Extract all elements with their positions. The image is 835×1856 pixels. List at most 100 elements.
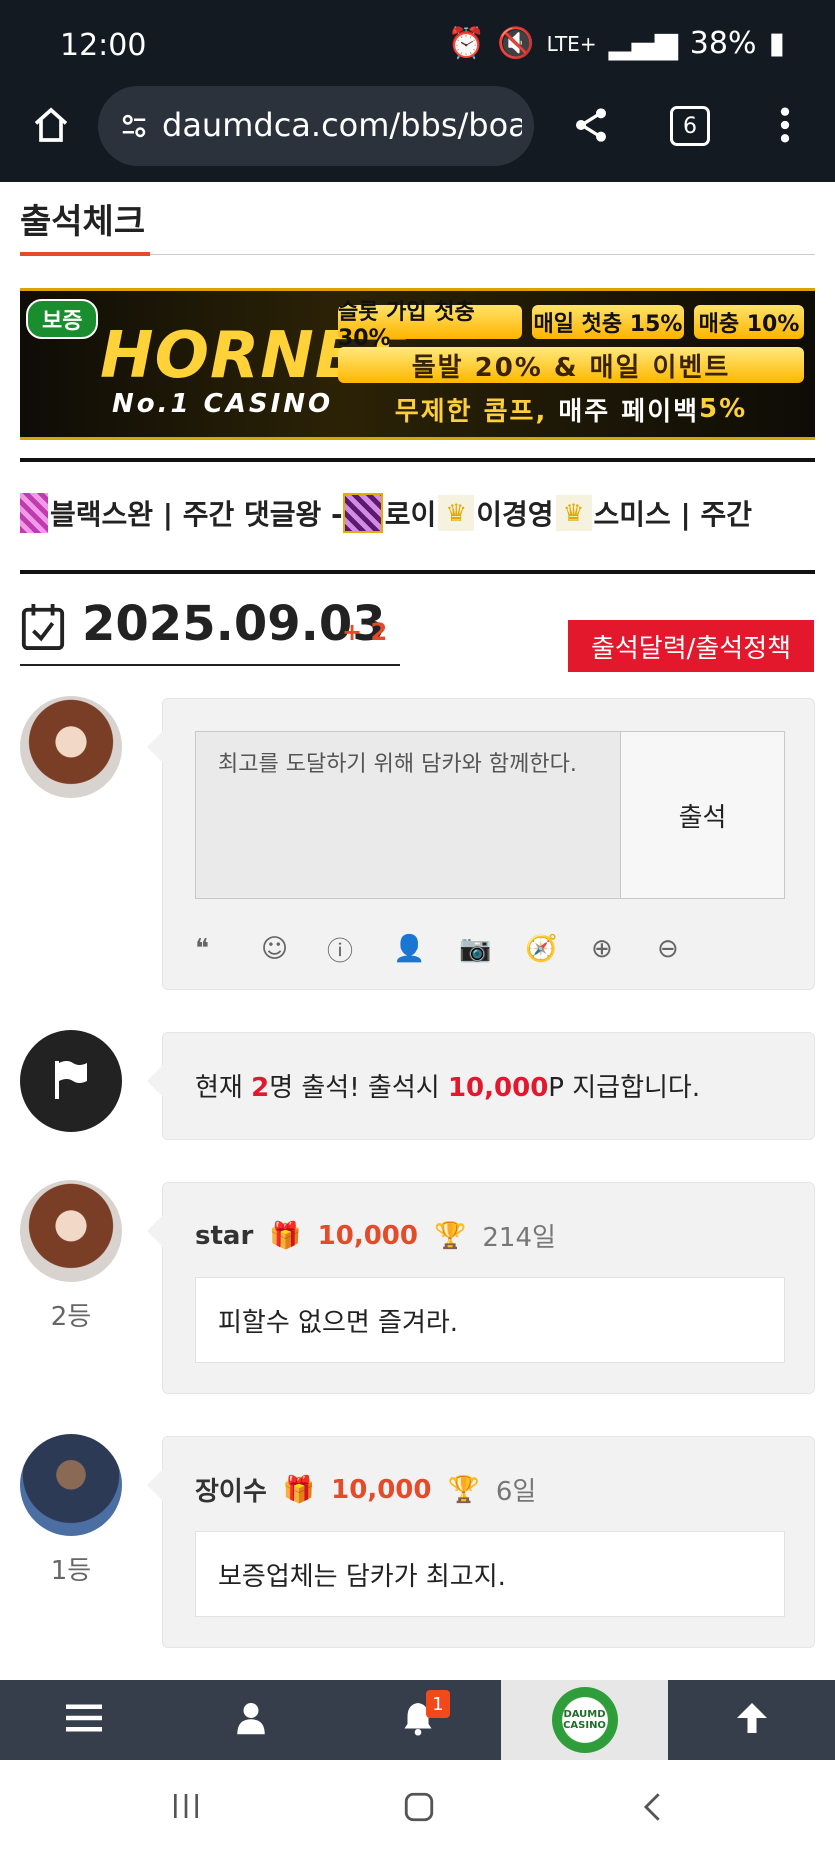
user-icon[interactable]: 👤 (393, 931, 459, 967)
plus-circle-icon[interactable]: ⊕ (591, 931, 657, 967)
crown-icon: ♛ (438, 495, 475, 531)
attendance-notice: 현재 2명 출석! 출석시 10,000P 지급합니다. (147, 1032, 815, 1140)
calendar-check-icon (20, 602, 66, 656)
info-icon[interactable]: ⓘ (327, 931, 393, 967)
avatar (20, 1434, 122, 1536)
mute-icon: 🔇 (497, 26, 535, 61)
attend-button[interactable]: 출석 (621, 731, 785, 899)
browser-toolbar: daumdca.com/bbs/boa 6 (0, 86, 835, 182)
notice-middle: 명 출석! 출석시 (269, 1073, 448, 1103)
bottom-nav: 1 DAUMD CASINO (0, 1680, 835, 1760)
marquee-text: 이경영 (476, 498, 554, 531)
avatar (20, 696, 122, 798)
entry-meta: 장이수 🎁 10,000 🏆 6일 (195, 1471, 536, 1508)
notification-badge: 1 (426, 1690, 450, 1718)
compass-icon[interactable]: 🧭 (525, 931, 591, 967)
gift-icon: 🎁 (269, 1220, 302, 1251)
notice-prefix: 현재 (195, 1073, 252, 1103)
tab-switcher-button[interactable]: 6 (670, 106, 710, 146)
trophy-icon: 🏆 (447, 1474, 480, 1505)
streak-days: 214일 (482, 1223, 556, 1253)
crown-icon: ♛ (555, 495, 592, 531)
battery-icon: ▮ (768, 26, 785, 61)
profile-button[interactable] (167, 1680, 334, 1760)
marquee-text: 블랙스완 | 주간 댓글왕 - (50, 498, 343, 531)
arrow-up-icon (734, 1700, 770, 1740)
streak-days: 6일 (495, 1477, 537, 1507)
banner-line3-c: 5% (699, 394, 748, 424)
banner-line3-a: 무제한 콤프, (394, 396, 548, 427)
emoji-icon[interactable]: ☺ (261, 931, 327, 967)
attendance-policy-button[interactable]: 출석달력/출석정책 (568, 620, 814, 672)
url-text: daumdca.com/bbs/boa (162, 106, 522, 144)
banner-line2: 돌발 20% & 매일 이벤트 (338, 347, 804, 383)
notice-text: 현재 2명 출석! 출석시 10,000P 지급합니다. (195, 1067, 700, 1104)
menu-button[interactable] (0, 1680, 167, 1760)
attendance-delta: + 2 (342, 618, 388, 646)
marquee-text: 스미스 | 주간 (593, 498, 753, 531)
attendance-date: 2025.09.03 + 2 (20, 596, 400, 666)
user-name[interactable]: star (195, 1221, 253, 1251)
site-settings-icon[interactable] (116, 108, 152, 144)
avatar (20, 1030, 122, 1132)
home-icon[interactable] (26, 100, 76, 150)
user-name[interactable]: 장이수 (195, 1471, 267, 1508)
points-value: 10,000 (317, 1220, 418, 1251)
status-time: 12:00 (60, 28, 147, 63)
attendance-message-input[interactable]: 최고를 도달하기 위해 담카와 함께한다. (195, 731, 621, 899)
home-logo-button[interactable]: DAUMD CASINO (501, 1680, 668, 1760)
battery-level: 38% (689, 26, 757, 61)
user-icon (236, 1701, 266, 1739)
banner-chip: 매충 10% (694, 305, 804, 339)
camera-icon[interactable]: 📷 (459, 931, 525, 967)
network-label: LTE+ (546, 31, 597, 56)
page-title: 출석체크 (20, 202, 146, 242)
scroll-top-button[interactable] (668, 1680, 835, 1760)
editor-toolbar: ❝ ☺ ⓘ 👤 📷 🧭 ⊕ ⊖ (195, 931, 723, 967)
flag-icon (47, 1055, 95, 1107)
alarm-icon: ⏰ (447, 26, 486, 61)
notice-count: 2 (251, 1073, 270, 1103)
banner-line3-b: 매주 페이백 (558, 396, 700, 427)
status-bar: 12:00 ⏰ 🔇 LTE+ ▂▄▆ 38% ▮ (0, 0, 835, 86)
attendance-form: 최고를 도달하기 위해 담카와 함께한다. 출석 ❝ ☺ ⓘ 👤 📷 🧭 ⊕ ⊖ (147, 698, 815, 990)
attendance-entry: 장이수 🎁 10,000 🏆 6일 보증업체는 담카가 최고지. (147, 1436, 815, 1648)
rank-label: 1등 (50, 1556, 92, 1586)
back-icon[interactable] (636, 1790, 670, 1828)
more-menu-icon[interactable] (770, 100, 800, 150)
home-nav-icon[interactable] (402, 1790, 436, 1828)
banner-badge: 보증 (26, 299, 99, 339)
share-icon[interactable] (566, 100, 616, 150)
date-text: 2025.09.03 (82, 596, 386, 652)
avatar (20, 1180, 122, 1282)
points-value: 10,000 (331, 1474, 432, 1505)
entry-message: 보증업체는 담카가 최고지. (195, 1531, 785, 1617)
casino-banner[interactable]: 보증 HORNET No.1 CASINO 슬롯 가입 첫충 30% 매일 첫충… (20, 288, 815, 440)
trophy-icon: 🏆 (434, 1220, 467, 1251)
notice-suffix: P 지급합니다. (548, 1073, 701, 1103)
banner-sub: No.1 CASINO (112, 389, 334, 419)
site-logo: DAUMD CASINO (551, 1687, 618, 1753)
hamburger-icon (65, 1703, 102, 1737)
banner-chip: 슬롯 가입 첫충 30% (338, 300, 522, 351)
gift-icon: 🎁 (282, 1474, 316, 1505)
url-field[interactable]: daumdca.com/bbs/boa (98, 86, 534, 166)
ranking-marquee: 블랙스완 | 주간 댓글왕 - 로이 ♛ 이경영 ♛ 스미스 | 주간 (20, 488, 815, 538)
notice-points: 10,000 (447, 1073, 549, 1103)
marquee-text: 로이 (384, 498, 437, 531)
level-icon (342, 493, 383, 533)
divider (20, 458, 815, 462)
title-accent (20, 252, 150, 256)
entry-meta: star 🎁 10,000 🏆 214일 (195, 1217, 556, 1254)
minus-circle-icon[interactable]: ⊖ (657, 931, 723, 967)
divider (20, 570, 815, 574)
notifications-button[interactable]: 1 (334, 1680, 501, 1760)
rank-label: 2등 (50, 1302, 92, 1332)
recent-apps-icon[interactable] (170, 1790, 202, 1826)
entry-message: 피할수 없으면 즐겨라. (195, 1277, 785, 1363)
signal-icon: ▂▄▆ (608, 26, 678, 61)
level-icon (20, 493, 48, 533)
system-nav-bar (0, 1760, 835, 1856)
banner-line3: 무제한 콤프, 매주 페이백 5% (338, 391, 804, 427)
quote-icon[interactable]: ❝ (195, 931, 261, 967)
